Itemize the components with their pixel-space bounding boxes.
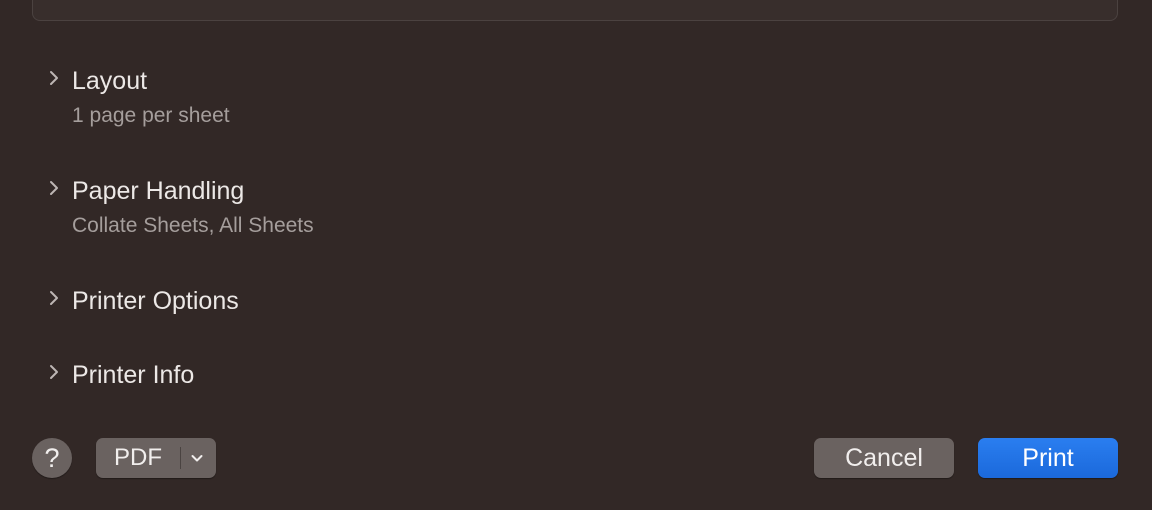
pdf-button-divider xyxy=(180,447,181,469)
section-subtitle-paper-handling: Collate Sheets, All Sheets xyxy=(72,214,314,237)
section-subtitle-layout: 1 page per sheet xyxy=(72,104,230,127)
section-title-paper-handling: Paper Handling xyxy=(72,177,245,205)
chevron-right-icon[interactable] xyxy=(44,178,64,198)
section-title-layout: Layout xyxy=(72,67,148,95)
help-button[interactable]: ? xyxy=(32,438,72,478)
chevron-right-icon[interactable] xyxy=(44,68,64,88)
pdf-button-label: PDF xyxy=(114,444,162,471)
pdf-menu-button[interactable]: PDF xyxy=(96,438,216,478)
cancel-button[interactable]: Cancel xyxy=(814,438,954,478)
chevron-down-icon[interactable] xyxy=(189,450,205,466)
top-panel xyxy=(32,0,1118,21)
chevron-right-icon[interactable] xyxy=(44,288,64,308)
chevron-right-icon[interactable] xyxy=(44,362,64,382)
print-button[interactable]: Print xyxy=(978,438,1118,478)
section-title-printer-options: Printer Options xyxy=(72,287,239,315)
section-title-printer-info: Printer Info xyxy=(72,361,195,389)
